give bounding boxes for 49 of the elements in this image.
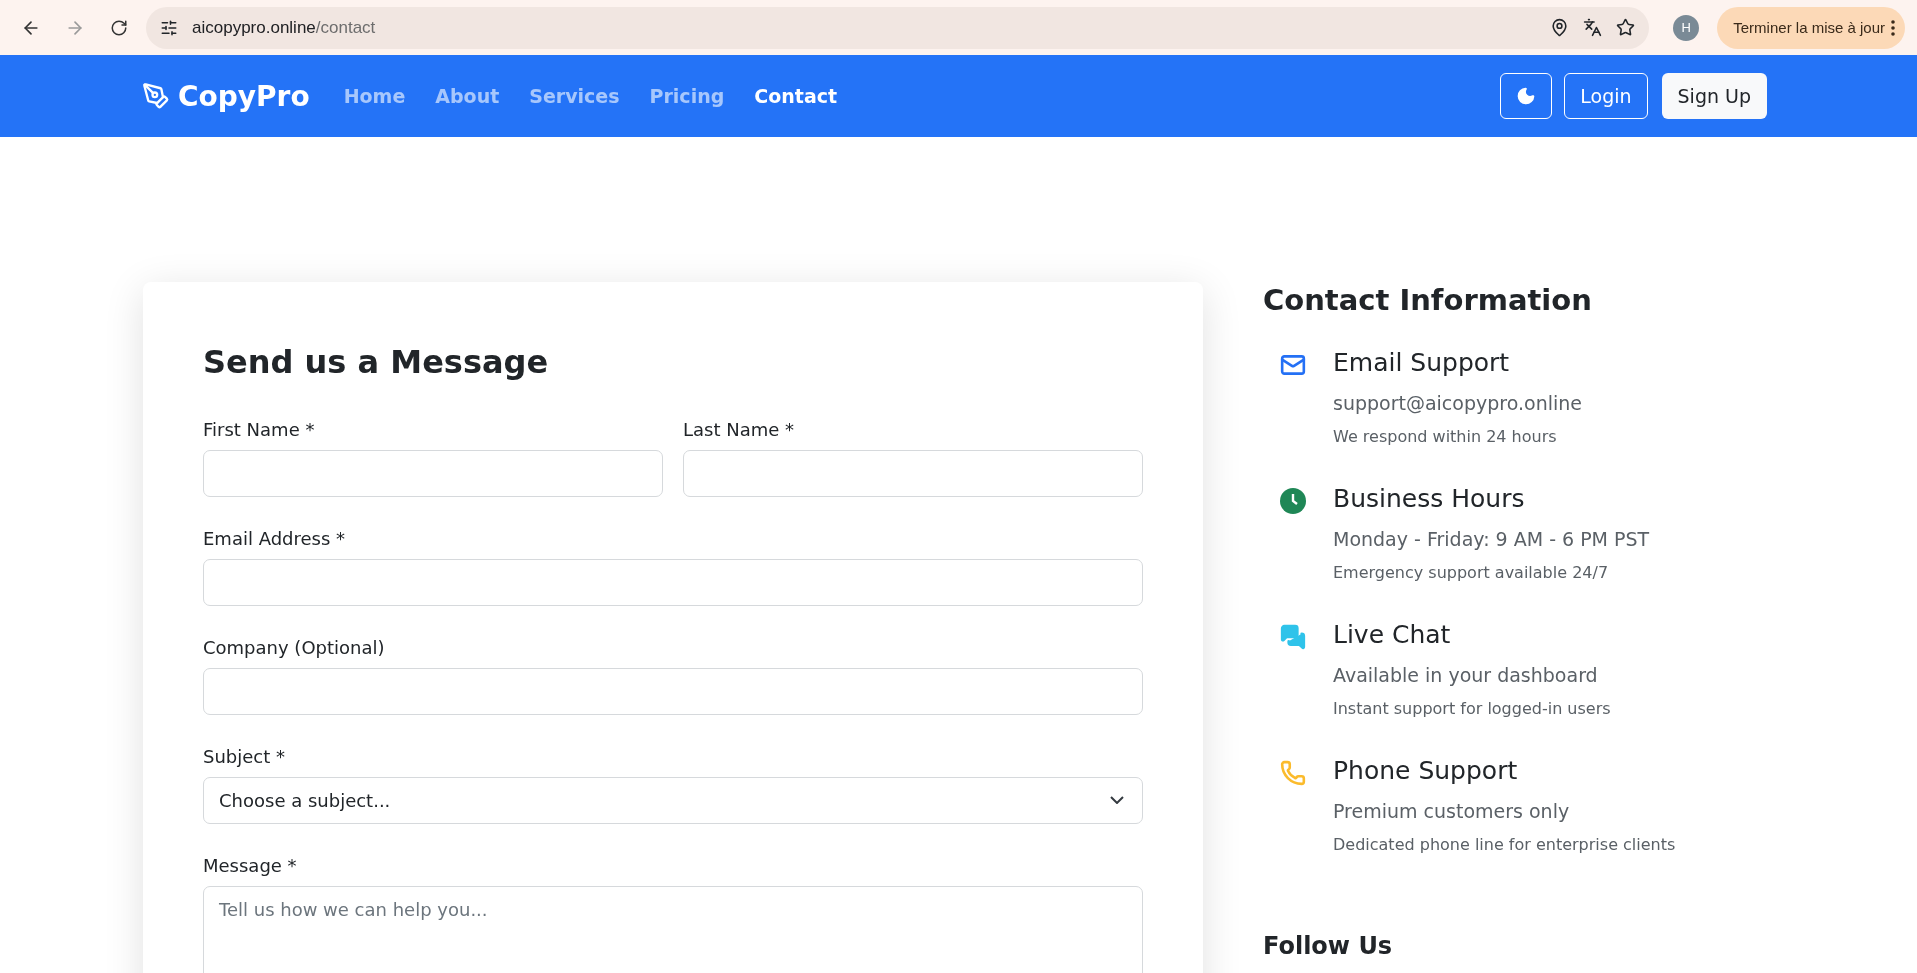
contact-title: Contact Information [1263, 282, 1593, 318]
contact-item-title: Live Chat [1333, 619, 1452, 651]
contact-item-note: Dedicated phone line for enterprise clients [1333, 834, 1676, 856]
bookmark-star-icon[interactable] [1616, 18, 1636, 37]
field-label: First Name * [203, 417, 316, 442]
location-pin-icon[interactable] [1550, 18, 1570, 37]
contact-item-title: Email Support [1333, 347, 1511, 379]
contact-item-note: Instant support for logged-in users [1333, 698, 1611, 720]
pen-icon [142, 82, 170, 110]
brand-logo[interactable]: CopyPro [142, 79, 310, 113]
profile-avatar[interactable]: H [1673, 14, 1700, 41]
contact-item-note: We respond within 24 hours [1333, 426, 1558, 448]
input-field[interactable] [683, 449, 1143, 497]
dark-mode-button[interactable] [1500, 73, 1553, 119]
contact-item-title: Business Hours [1333, 483, 1526, 515]
field-label: Message * [203, 853, 298, 878]
nav-link[interactable]: About [435, 85, 500, 107]
nav-link[interactable]: Pricing [649, 85, 725, 107]
address-bar[interactable]: aicopypro.online/contact [146, 6, 1650, 49]
field-label: Last Name * [683, 417, 796, 442]
field-label: Subject * [203, 744, 286, 769]
update-button[interactable]: Terminer la mise à jour [1717, 6, 1905, 49]
moon-icon [1516, 86, 1537, 106]
follow-title: Follow Us [1263, 932, 1394, 960]
subject-select[interactable]: Choose a subject... [203, 776, 1143, 824]
reload-icon [110, 18, 128, 37]
chevron-down-icon [1110, 796, 1124, 805]
login-button[interactable]: Login [1564, 73, 1648, 119]
input-field[interactable] [203, 667, 1143, 715]
nav-link[interactable]: Home [343, 85, 406, 107]
contact-item-detail: Monday - Friday: 9 AM - 6 PM PST [1333, 527, 1650, 552]
nav-link[interactable]: Services [529, 85, 620, 107]
input-field[interactable] [203, 558, 1143, 606]
contact-item-detail: support@aicopypro.online [1333, 391, 1582, 416]
contact-item-detail: Premium customers only [1333, 799, 1571, 824]
nav-link[interactable]: Contact [754, 85, 838, 107]
site-settings-icon[interactable] [160, 18, 178, 37]
url-text: aicopypro.online/contact [192, 17, 377, 38]
contact-item-note: Emergency support available 24/7 [1333, 562, 1610, 584]
field-label: Company (Optional) [203, 635, 386, 660]
field-label: Email Address * [203, 526, 347, 551]
kebab-menu-icon [1891, 19, 1895, 36]
form-title: Send us a Message [203, 342, 550, 383]
input-field[interactable] [203, 449, 663, 497]
contact-item-title: Phone Support [1333, 755, 1519, 787]
signup-button[interactable]: Sign Up [1661, 73, 1767, 119]
contact-item-detail: Available in your dashboard [1333, 663, 1599, 688]
translate-icon[interactable] [1583, 18, 1603, 37]
message-field[interactable]: Tell us how we can help you... [203, 885, 1143, 973]
